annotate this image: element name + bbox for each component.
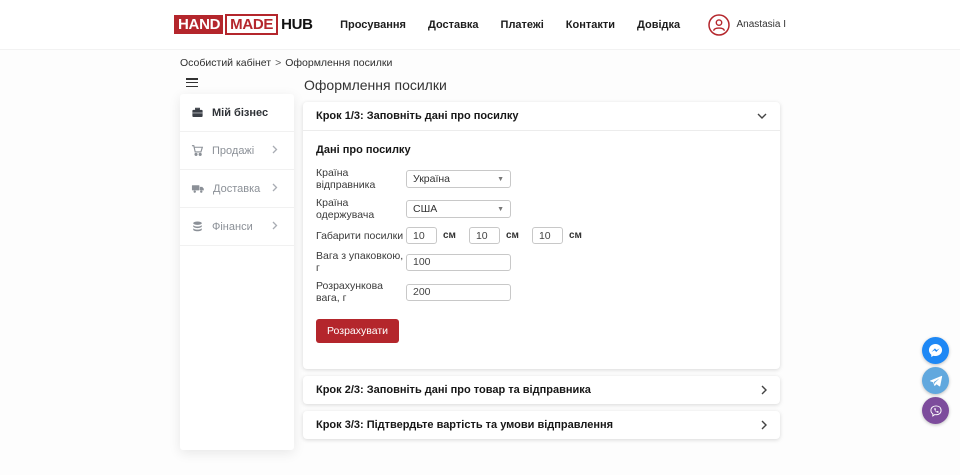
viber-icon[interactable]	[922, 397, 949, 424]
main-nav: Просування Доставка Платежі Контакти Дов…	[313, 19, 708, 31]
page: HAND MADE HUB Просування Доставка Платеж…	[0, 0, 960, 475]
nav-item-payments[interactable]: Платежі	[501, 19, 544, 31]
logo-part-made: MADE	[225, 14, 278, 35]
telegram-icon[interactable]	[922, 367, 949, 394]
breadcrumb-separator: >	[275, 57, 281, 69]
step-1-card: Крок 1/3: Заповніть дані про посилку Дан…	[303, 102, 780, 369]
chevron-right-icon	[761, 385, 767, 395]
calculated-weight-label: Розрахункова вага, г	[316, 280, 406, 304]
dimension-height-input[interactable]	[532, 227, 563, 244]
sidebar-item-label: Продажі	[212, 145, 272, 157]
nav-item-contacts[interactable]: Контакти	[566, 19, 615, 31]
messenger-icon[interactable]	[922, 337, 949, 364]
step-2-title: Крок 2/3: Заповніть дані про товар та ві…	[316, 384, 591, 396]
logo-part-hub: HUB	[281, 16, 313, 33]
chevron-right-icon	[761, 420, 767, 430]
unit-cm-label: см	[443, 230, 456, 241]
user-avatar-icon	[708, 14, 730, 36]
page-title: Оформлення посилки	[304, 77, 780, 93]
sender-country-value: Україна	[413, 173, 450, 185]
logo-part-hand: HAND	[174, 15, 223, 34]
sidebar-item-label: Доставка	[213, 183, 272, 195]
calculate-button[interactable]: Розрахувати	[316, 319, 399, 343]
sidebar: Мій бізнес Продажі Доставка	[180, 77, 294, 450]
calculated-weight-input[interactable]	[406, 284, 511, 301]
chevron-right-icon	[272, 183, 286, 195]
coins-icon	[191, 220, 204, 233]
sidebar-item-label: Мій бізнес	[212, 107, 286, 119]
packed-weight-label: Вага з упаковкою, г	[316, 250, 406, 274]
social-float-bar	[922, 337, 949, 424]
nav-item-delivery[interactable]: Доставка	[428, 19, 479, 31]
step-3-card: Крок 3/3: Підтвердьте вартість та умови …	[303, 411, 780, 439]
logo[interactable]: HAND MADE HUB	[174, 14, 313, 35]
cart-icon	[191, 144, 204, 157]
breadcrumb: Особистий кабінет > Оформлення посилки	[180, 57, 780, 69]
step-3-header[interactable]: Крок 3/3: Підтвердьте вартість та умови …	[303, 411, 780, 439]
dropdown-arrow-icon: ▼	[497, 206, 504, 213]
step-1-header[interactable]: Крок 1/3: Заповніть дані про посилку	[303, 102, 780, 131]
briefcase-icon	[191, 106, 204, 119]
hamburger-menu-icon[interactable]	[186, 78, 198, 87]
recipient-country-select[interactable]: США ▼	[406, 200, 511, 218]
dimension-width-input[interactable]	[469, 227, 500, 244]
sidebar-card: Мій бізнес Продажі Доставка	[180, 94, 294, 450]
recipient-country-label: Країна одержувача	[316, 197, 406, 221]
chevron-down-icon	[757, 113, 767, 119]
unit-cm-label: см	[506, 230, 519, 241]
breadcrumb-cabinet[interactable]: Особистий кабінет	[180, 57, 271, 69]
step-2-header[interactable]: Крок 2/3: Заповніть дані про товар та ві…	[303, 376, 780, 404]
dimension-length-input[interactable]	[406, 227, 437, 244]
dimensions-label: Габарити посилки	[316, 230, 406, 242]
step-1-body: Дані про посилку Країна відправника Укра…	[303, 131, 780, 369]
user-name: Anastasia I	[737, 19, 786, 30]
sidebar-item-label: Фінанси	[212, 221, 272, 233]
content: Оформлення посилки Крок 1/3: Заповніть д…	[303, 77, 780, 446]
recipient-country-value: США	[413, 203, 437, 215]
sender-country-select[interactable]: Україна ▼	[406, 170, 511, 188]
nav-item-promotion[interactable]: Просування	[340, 19, 406, 31]
sidebar-item-delivery[interactable]: Доставка	[180, 170, 294, 208]
step-3-title: Крок 3/3: Підтвердьте вартість та умови …	[316, 419, 613, 431]
chevron-right-icon	[272, 221, 286, 233]
unit-cm-label: см	[569, 230, 582, 241]
header: HAND MADE HUB Просування Доставка Платеж…	[0, 0, 960, 50]
step-1-title: Крок 1/3: Заповніть дані про посилку	[316, 110, 518, 122]
breadcrumb-current: Оформлення посилки	[285, 57, 392, 69]
chevron-right-icon	[272, 145, 286, 157]
dropdown-arrow-icon: ▼	[497, 176, 504, 183]
sidebar-item-sales[interactable]: Продажі	[180, 132, 294, 170]
user-menu[interactable]: Anastasia I	[708, 14, 786, 36]
sidebar-item-finance[interactable]: Фінанси	[180, 208, 294, 246]
parcel-data-heading: Дані про посилку	[316, 144, 767, 156]
sidebar-item-my-business[interactable]: Мій бізнес	[180, 94, 294, 132]
packed-weight-input[interactable]	[406, 254, 511, 271]
step-2-card: Крок 2/3: Заповніть дані про товар та ві…	[303, 376, 780, 404]
sender-country-label: Країна відправника	[316, 167, 406, 191]
nav-item-help[interactable]: Довідка	[637, 19, 680, 31]
truck-icon	[191, 182, 205, 195]
